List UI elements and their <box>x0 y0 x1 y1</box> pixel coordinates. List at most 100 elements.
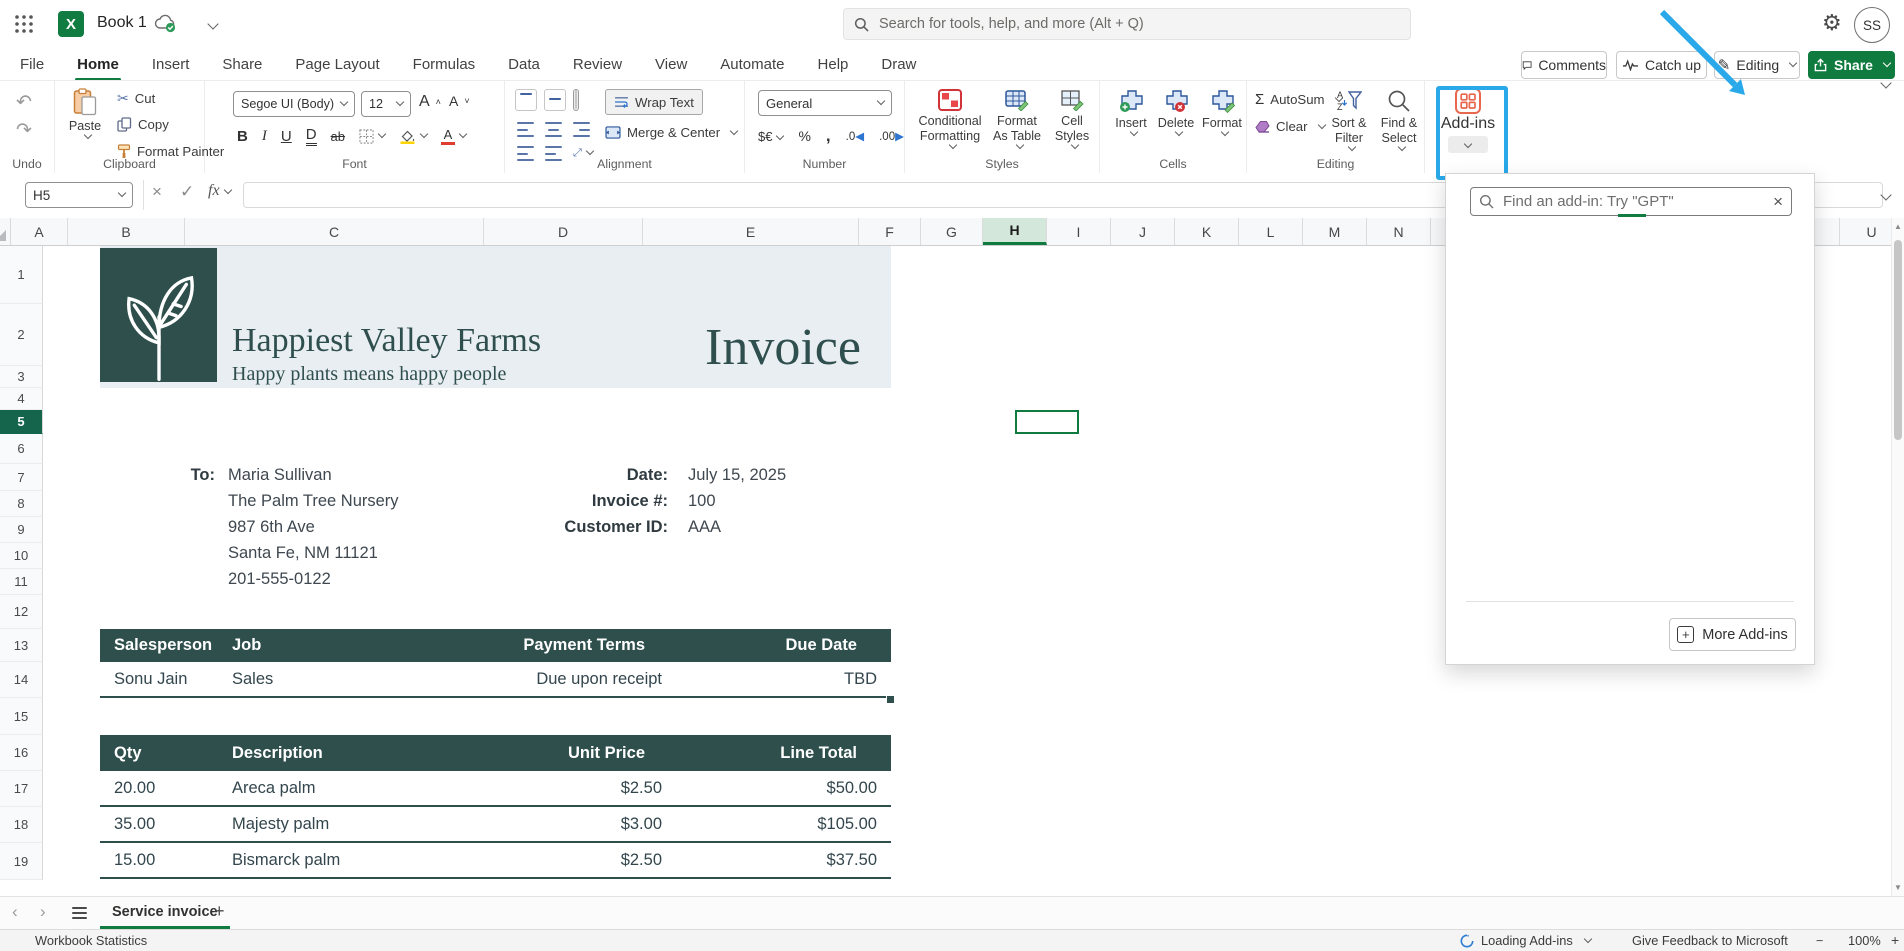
conditional-formatting-button[interactable]: Conditional Formatting <box>917 89 983 150</box>
column-header-F[interactable]: F <box>859 218 921 245</box>
fill-color-button[interactable] <box>399 128 427 144</box>
row-header-15[interactable]: 15 <box>0 698 43 735</box>
font-color-button[interactable]: A <box>441 128 466 145</box>
settings-gear-icon[interactable]: ⚙ <box>1822 10 1842 36</box>
app-launcher-icon[interactable] <box>14 14 34 34</box>
column-header-I[interactable]: I <box>1047 218 1111 245</box>
align-bottom-selected[interactable] <box>573 89 579 111</box>
items-header-cell[interactable]: Qty <box>100 735 217 771</box>
increase-decimal-button[interactable]: .00▶ <box>879 129 904 143</box>
confirm-entry-button[interactable]: ✓ <box>180 182 194 202</box>
share-button[interactable]: Share <box>1808 51 1895 79</box>
column-header-L[interactable]: L <box>1239 218 1303 245</box>
zoom-in-button[interactable]: + <box>1891 932 1899 948</box>
row-header-12[interactable]: 12 <box>0 595 43 629</box>
menu-item-page-layout[interactable]: Page Layout <box>295 56 379 73</box>
selected-cell-H5[interactable] <box>1015 410 1079 434</box>
next-sheet-icon[interactable]: › <box>40 902 46 922</box>
items-header-cell[interactable]: Line Total <box>675 735 891 771</box>
row-header-13[interactable]: 13 <box>0 629 43 662</box>
addin-search-input[interactable] <box>1501 192 1773 211</box>
loading-addins-status[interactable]: Loading Add-ins <box>1460 933 1591 948</box>
menu-item-review[interactable]: Review <box>573 56 622 73</box>
undo-button[interactable]: ↶ <box>16 91 32 114</box>
items-cell[interactable]: $3.00 <box>516 807 675 841</box>
increase-font-size-button[interactable]: A˄ <box>419 93 441 111</box>
editing-mode-button[interactable]: ✎ Editing <box>1714 51 1800 79</box>
bold-button[interactable]: B <box>237 128 248 145</box>
select-all-corner[interactable] <box>0 218 11 245</box>
double-underline-button[interactable]: D <box>306 126 317 146</box>
row-header-11[interactable]: 11 <box>0 569 43 595</box>
scrollbar-thumb[interactable] <box>1894 240 1902 440</box>
column-header-B[interactable]: B <box>68 218 185 245</box>
align-top-button[interactable] <box>515 89 537 111</box>
sales-cell[interactable]: Due upon receipt <box>516 662 675 696</box>
addin-search-box[interactable]: × <box>1470 187 1792 216</box>
items-cell[interactable]: 35.00 <box>100 807 217 841</box>
menu-item-view[interactable]: View <box>655 56 687 73</box>
items-header-cell[interactable]: Description <box>217 735 516 771</box>
font-size-select[interactable]: 12 <box>361 91 411 117</box>
items-cell[interactable]: $50.00 <box>675 771 891 805</box>
items-header-cell[interactable]: Unit Price <box>516 735 675 771</box>
delete-cells-button[interactable]: Delete <box>1154 89 1198 137</box>
accounting-format-button[interactable]: $€ <box>758 129 783 144</box>
addins-dropdown-area[interactable] <box>1448 136 1488 153</box>
vertical-scrollbar[interactable]: ▲ ▼ <box>1891 218 1904 896</box>
ribbon-collapse-chevron-icon[interactable] <box>1880 77 1891 88</box>
scroll-down-icon[interactable]: ▼ <box>1892 883 1904 892</box>
align-left-button[interactable] <box>517 121 534 138</box>
row-header-19[interactable]: 19 <box>0 843 43 880</box>
catch-up-button[interactable]: Catch up <box>1616 51 1707 79</box>
column-header-E[interactable]: E <box>643 218 859 245</box>
menu-item-home[interactable]: Home <box>77 56 119 73</box>
row-header-2[interactable]: 2 <box>0 304 43 366</box>
row-header-6[interactable]: 6 <box>0 434 43 464</box>
row-header-4[interactable]: 4 <box>0 388 43 410</box>
sales-cell[interactable]: TBD <box>675 662 891 696</box>
wrap-text-button[interactable]: Wrap Text <box>605 89 703 115</box>
items-cell[interactable]: $37.50 <box>675 843 891 877</box>
format-as-table-button[interactable]: Format As Table <box>989 89 1045 150</box>
sort-filter-button[interactable]: A Z Sort & Filter <box>1325 89 1373 152</box>
more-addins-button[interactable]: + More Add-ins <box>1669 618 1796 651</box>
find-select-button[interactable]: Find & Select <box>1377 89 1421 152</box>
row-header-1[interactable]: 1 <box>0 246 43 304</box>
all-sheets-menu-icon[interactable] <box>72 907 87 919</box>
column-header-A[interactable]: A <box>11 218 68 245</box>
zoom-level[interactable]: 100% <box>1848 933 1881 948</box>
user-avatar[interactable]: SS <box>1854 7 1890 43</box>
insert-cells-button[interactable]: Insert <box>1110 89 1152 137</box>
row-header-7[interactable]: 7 <box>0 464 43 491</box>
redo-button[interactable]: ↷ <box>16 119 32 142</box>
items-cell[interactable]: Majesty palm <box>217 807 516 841</box>
menu-item-insert[interactable]: Insert <box>152 56 190 73</box>
row-header-3[interactable]: 3 <box>0 366 43 388</box>
comments-button[interactable]: Comments <box>1521 51 1607 79</box>
menu-item-share[interactable]: Share <box>222 56 262 73</box>
items-cell[interactable]: $2.50 <box>516 771 675 805</box>
fill-handle[interactable] <box>886 695 895 704</box>
workbook-title-chevron-icon[interactable] <box>207 18 218 29</box>
row-header-10[interactable]: 10 <box>0 543 43 569</box>
workbook-title[interactable]: Book 1 <box>97 14 147 32</box>
global-search-input[interactable] <box>877 15 1400 33</box>
sales-header-cell[interactable]: Due Date <box>675 629 891 662</box>
decrease-font-size-button[interactable]: A˅ <box>449 93 470 109</box>
column-header-M[interactable]: M <box>1303 218 1367 245</box>
italic-button[interactable]: I <box>262 128 267 145</box>
align-center-button[interactable] <box>545 121 562 138</box>
format-cells-button[interactable]: Format <box>1200 89 1244 137</box>
row-header-5[interactable]: 5 <box>0 410 43 434</box>
items-cell[interactable]: 15.00 <box>100 843 217 877</box>
menu-item-draw[interactable]: Draw <box>881 56 916 73</box>
copy-button[interactable]: Copy <box>117 117 169 132</box>
row-header-17[interactable]: 17 <box>0 771 43 807</box>
menu-item-data[interactable]: Data <box>508 56 540 73</box>
column-header-J[interactable]: J <box>1111 218 1175 245</box>
workbook-statistics-button[interactable]: Workbook Statistics <box>35 933 147 948</box>
items-cell[interactable]: Areca palm <box>217 771 516 805</box>
row-header-9[interactable]: 9 <box>0 517 43 543</box>
feedback-link[interactable]: Give Feedback to Microsoft <box>1632 933 1788 948</box>
